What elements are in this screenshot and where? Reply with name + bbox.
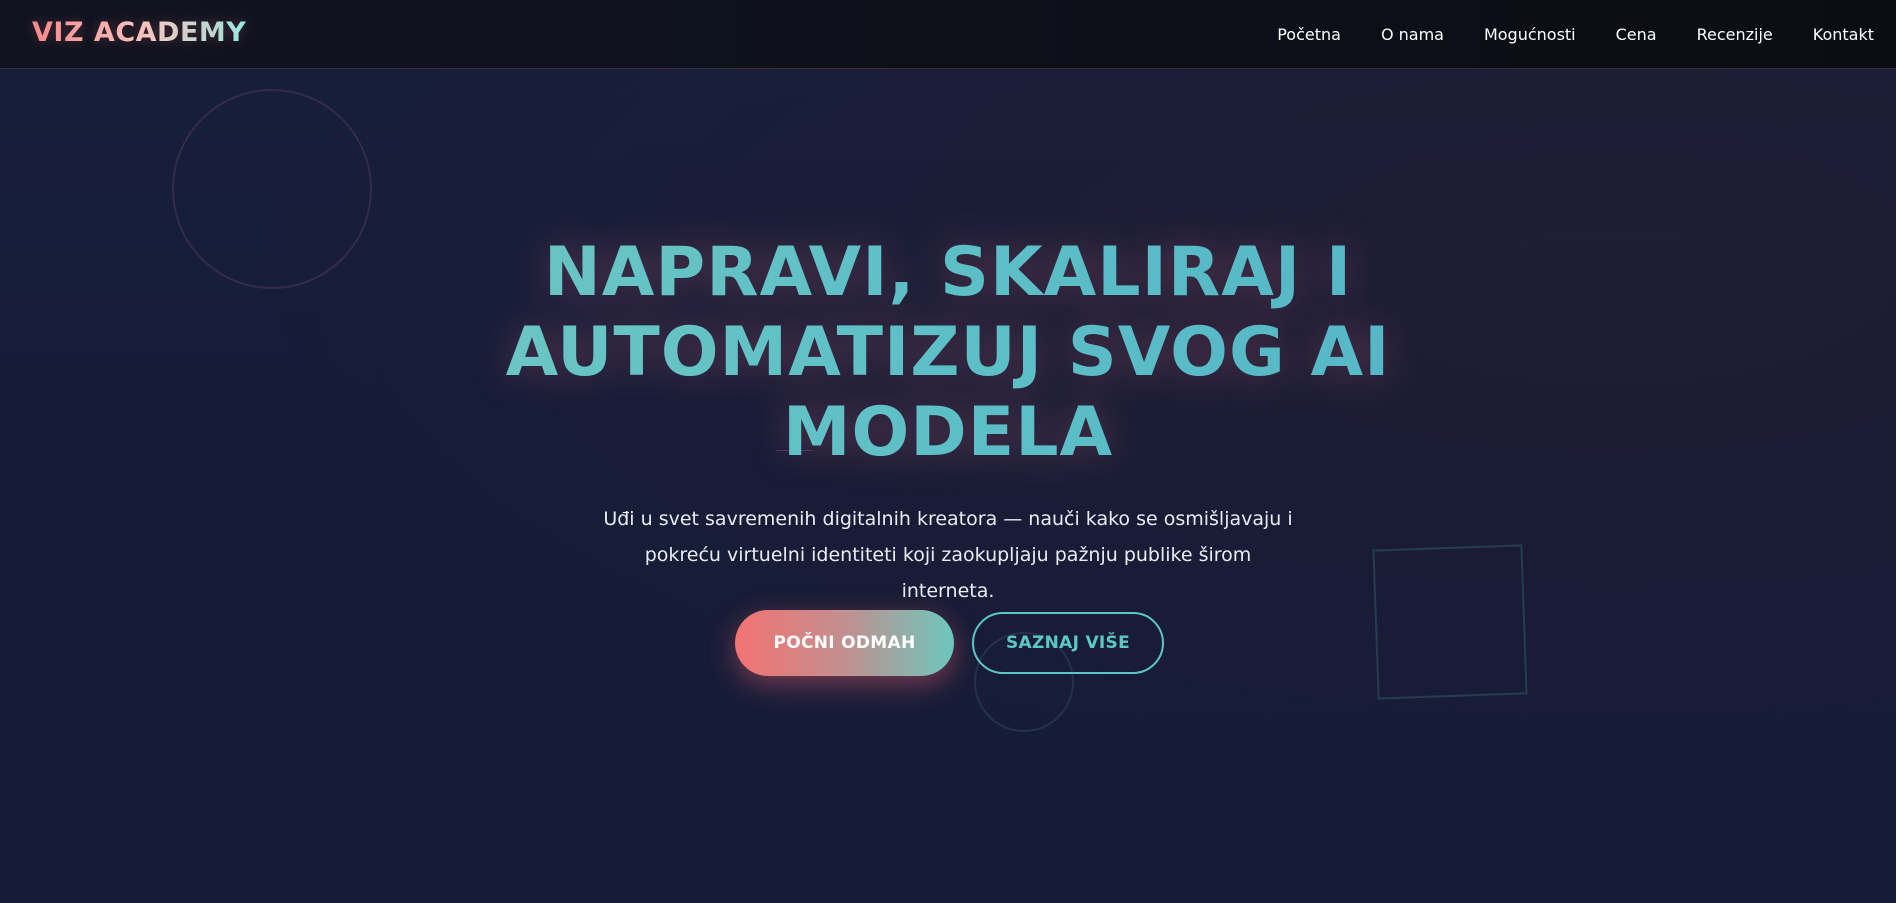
nav-link-recenzije[interactable]: Recenzije xyxy=(1697,25,1773,44)
decorative-square xyxy=(1372,544,1528,700)
hero-title-line-3: MODELA xyxy=(782,393,1114,472)
landing-page: VIZ ACADEMY Početna O nama Mogućnosti Ce… xyxy=(0,0,1896,903)
learn-more-button[interactable]: SAZNAJ VIŠE xyxy=(972,612,1164,674)
main-nav: Početna O nama Mogućnosti Cena Recenzije… xyxy=(1277,0,1874,69)
logo[interactable]: VIZ ACADEMY xyxy=(32,17,246,48)
nav-link-mogucnosti[interactable]: Mogućnosti xyxy=(1484,25,1576,44)
nav-link-pocetna[interactable]: Početna xyxy=(1277,25,1341,44)
hero-subtitle: Uđi u svet savremenih digitalnih kreator… xyxy=(598,501,1298,609)
hero-subtitle-line-1: Uđi u svet savremenih digitalnih kreator… xyxy=(603,508,1293,530)
decorative-circle-large xyxy=(172,89,372,289)
nav-link-cena[interactable]: Cena xyxy=(1616,25,1657,44)
nav-link-o-nama[interactable]: O nama xyxy=(1381,25,1444,44)
nav-link-kontakt[interactable]: Kontakt xyxy=(1813,25,1874,44)
hero-subtitle-line-2: pokreću virtuelni identiteti koji zaokup… xyxy=(644,544,1252,602)
hero-title-line-1: NAPRAVI, SKALIRAJ I xyxy=(543,233,1353,312)
navbar: VIZ ACADEMY Početna O nama Mogućnosti Ce… xyxy=(0,0,1896,69)
start-now-button[interactable]: POČNI ODMAH xyxy=(735,610,954,676)
hero-title-line-2: AUTOMATIZUJ SVOG AI xyxy=(505,313,1391,392)
hero-title: NAPRAVI, SKALIRAJ I AUTOMATIZUJ SVOG AI MO… xyxy=(448,233,1448,473)
